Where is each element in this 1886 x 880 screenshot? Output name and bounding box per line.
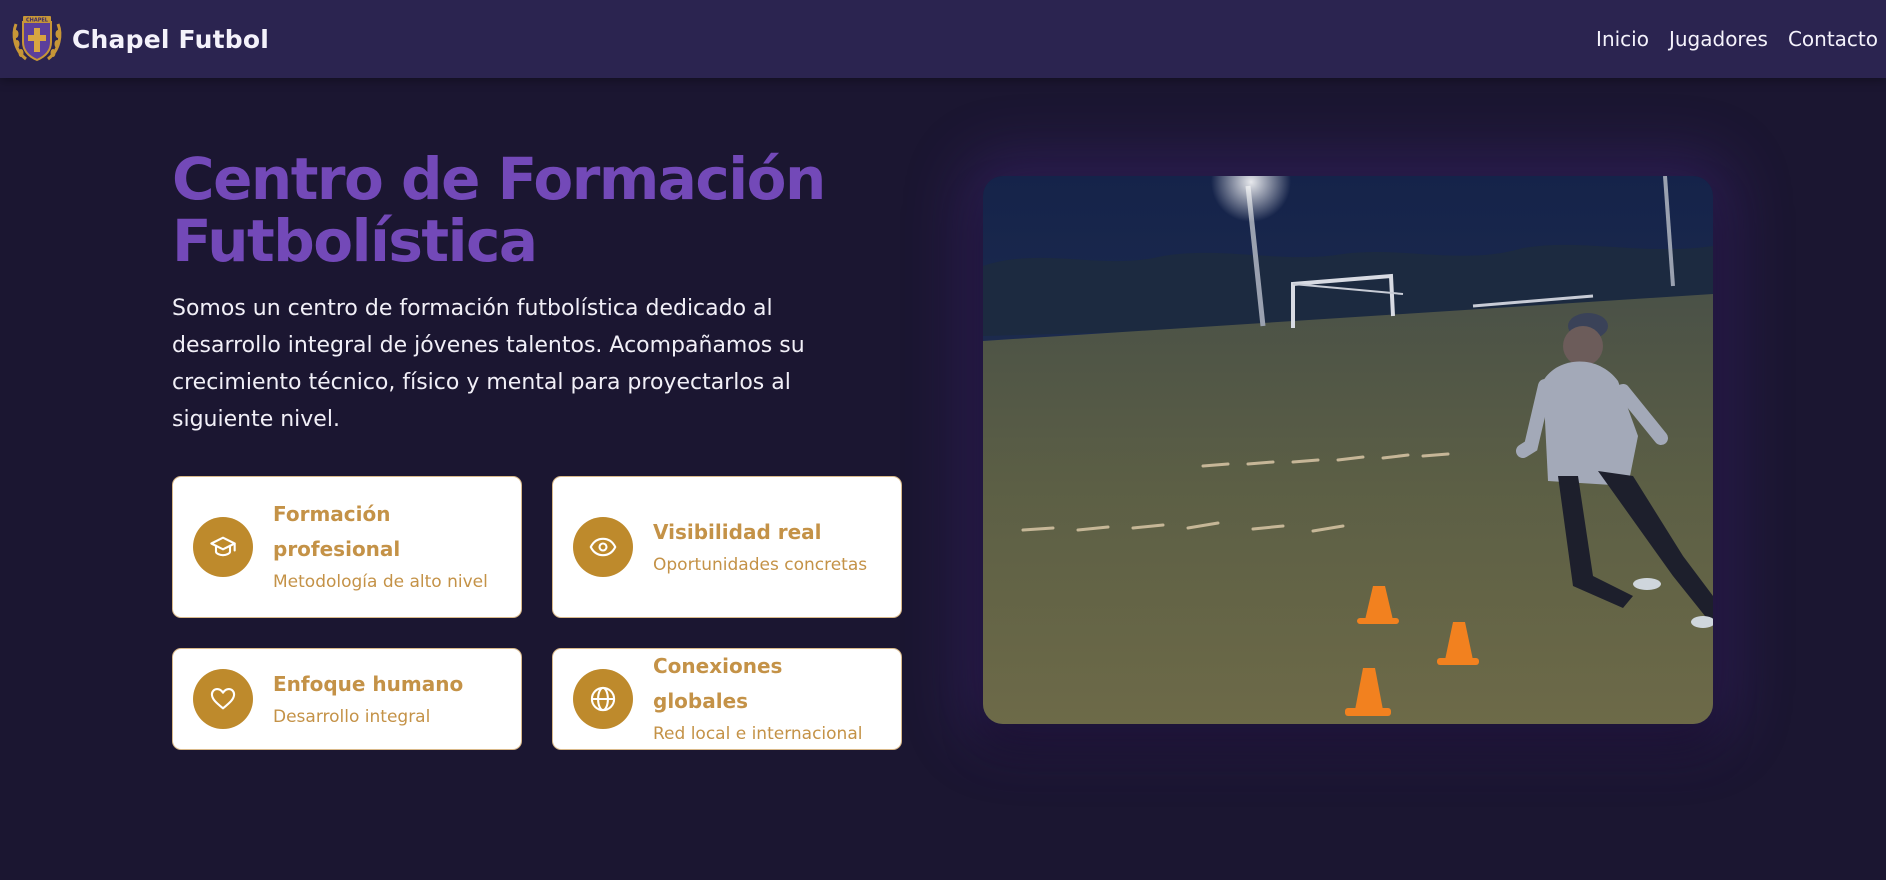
feature-text: Enfoque humano Desarrollo integral [273,667,463,732]
feature-subtitle: Desarrollo integral [273,706,431,727]
feature-title: Enfoque humano [273,671,464,696]
hero-title: Centro de Formación Futbolística [172,148,892,272]
heart-icon [193,669,253,729]
feature-title: Formación profesional [273,502,401,561]
hero-title-line-2: Futbolística [172,207,538,275]
feature-card-formacion: Formación profesional Metodología de alt… [172,476,522,618]
feature-subtitle: Metodología de alto nivel [273,572,488,592]
feature-subtitle: Red local e internacional [653,724,863,744]
feature-title: Conexiones globales [653,654,783,713]
feature-text: Conexiones globales Red local e internac… [653,649,881,749]
club-crest-logo: CHAPEL [12,16,62,62]
brand[interactable]: CHAPEL Chapel Futbol [10,12,269,66]
eye-icon [573,517,633,577]
feature-text: Formación profesional Metodología de alt… [273,497,501,597]
feature-card-enfoque: Enfoque humano Desarrollo integral [172,648,522,750]
graduation-cap-icon [193,517,253,577]
training-photo [983,176,1713,724]
nav-link-inicio[interactable]: Inicio [1596,27,1649,51]
navbar: CHAPEL Chapel Futbol Inicio Jugadores Co… [0,0,1886,78]
nav-link-jugadores[interactable]: Jugadores [1669,27,1768,51]
main-nav: Inicio Jugadores Contacto [1596,27,1878,51]
globe-icon [573,669,633,729]
hero-description: Somos un centro de formación futbolístic… [172,296,805,432]
svg-text:CHAPEL: CHAPEL [26,18,49,24]
feature-card-visibilidad: Visibilidad real Oportunidades concretas [552,476,902,618]
brand-name: Chapel Futbol [72,24,269,54]
feature-title: Visibilidad real [653,519,822,544]
feature-text: Visibilidad real Oportunidades concretas [653,515,867,580]
hero-title-line-1: Centro de Formación [172,145,826,213]
nav-link-contacto[interactable]: Contacto [1788,27,1878,51]
feature-card-conexiones: Conexiones globales Red local e internac… [552,648,902,750]
feature-subtitle: Oportunidades concretas [653,554,868,575]
